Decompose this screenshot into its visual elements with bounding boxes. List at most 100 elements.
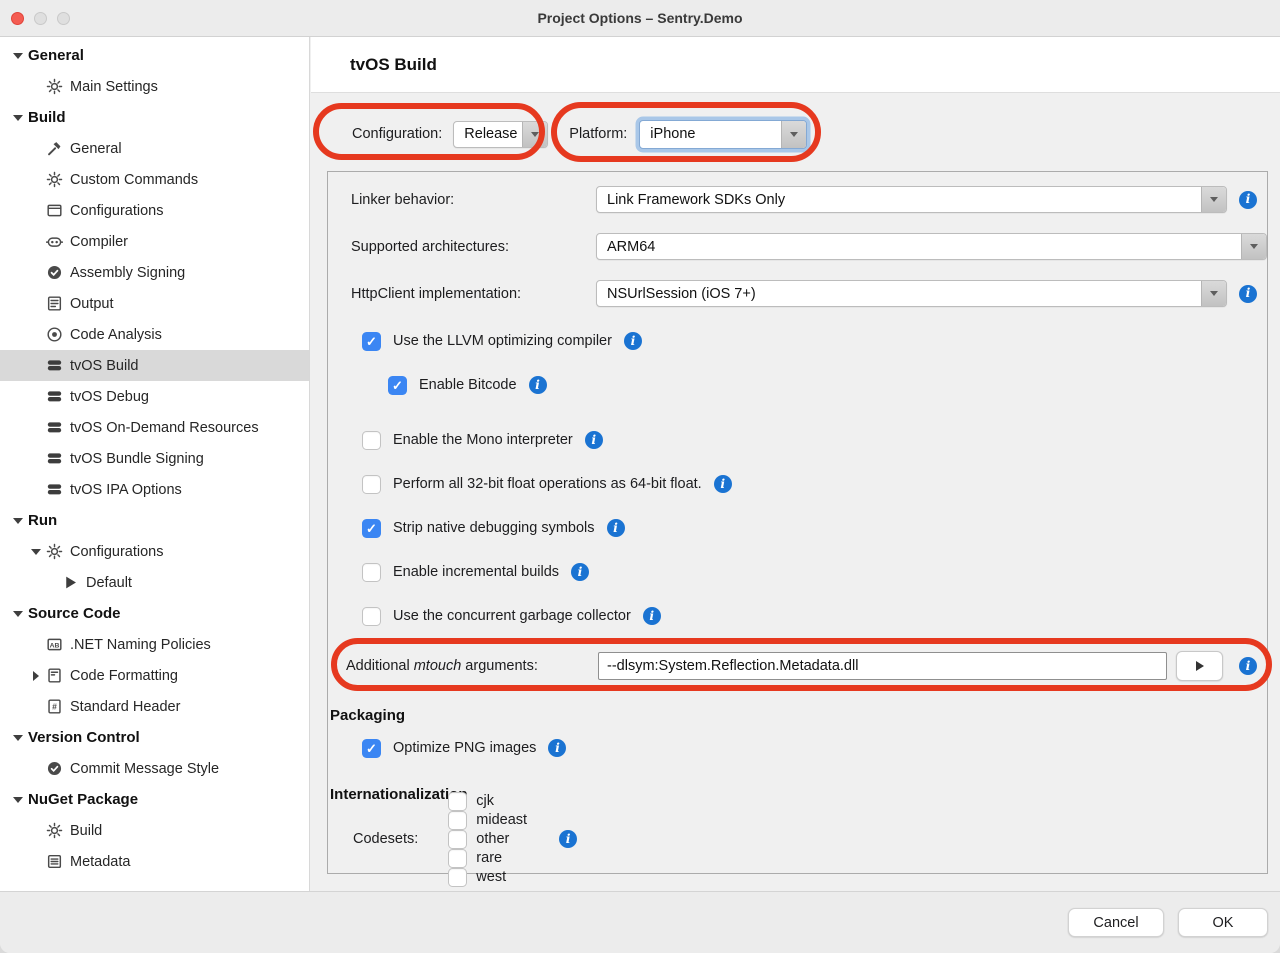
sidebar-item-source-code[interactable]: Source Code <box>0 598 309 629</box>
info-icon[interactable] <box>1239 191 1257 209</box>
info-icon[interactable] <box>643 607 661 625</box>
sidebar-item-tvos-on-demand-resources[interactable]: tvOS On-Demand Resources <box>0 412 309 443</box>
sidebar-item-version-control[interactable]: Version Control <box>0 722 309 753</box>
checkbox-strip-native-debugging-symbols[interactable] <box>362 519 381 538</box>
chevron-down-icon[interactable] <box>522 122 547 147</box>
ok-button[interactable]: OK <box>1178 908 1268 937</box>
project-options-window: Project Options – Sentry.Demo GeneralMai… <box>0 0 1280 953</box>
page-title: tvOS Build <box>350 55 437 75</box>
sidebar-item-nuget-package[interactable]: NuGet Package <box>0 784 309 815</box>
info-icon[interactable] <box>1239 657 1257 675</box>
disclosure-down-icon[interactable] <box>8 735 28 741</box>
sidebar-item-tvos-ipa-options[interactable]: tvOS IPA Options <box>0 474 309 505</box>
disclosure-down-icon[interactable] <box>8 611 28 617</box>
chevron-down-icon[interactable] <box>1241 234 1266 259</box>
disclosure-down-icon[interactable] <box>26 549 46 555</box>
configuration-value: Release <box>454 126 522 142</box>
sidebar-item-net-naming-policies[interactable]: AB.NET Naming Policies <box>0 629 309 660</box>
info-icon[interactable] <box>1239 285 1257 303</box>
supported-architectures-row: Supported architectures:ARM64 <box>328 223 1267 270</box>
perform-all-32-bit-float-operations-as-64-bit-float-row: Perform all 32-bit float operations as 6… <box>362 470 1267 498</box>
chevron-down-icon[interactable] <box>1201 187 1226 212</box>
sidebar-item-configurations[interactable]: Configurations <box>0 536 309 567</box>
sidebar-item-label: tvOS Debug <box>70 389 149 405</box>
gear-icon <box>46 822 63 839</box>
sidebar-item-custom-commands[interactable]: Custom Commands <box>0 164 309 195</box>
codeset-label: rare <box>476 850 502 866</box>
linker-behavior-dropdown[interactable]: Link Framework SDKs Only <box>596 186 1227 213</box>
sidebar-item-label: Assembly Signing <box>70 265 185 281</box>
checkbox-optimize-png-images[interactable] <box>362 739 381 758</box>
chevron-down-icon[interactable] <box>1201 281 1226 306</box>
disclosure-down-icon[interactable] <box>8 53 28 59</box>
checkbox-use-the-llvm-optimizing-compiler[interactable] <box>362 332 381 351</box>
codesets-label: Codesets: <box>353 831 418 847</box>
checkbox-rare[interactable] <box>448 849 467 868</box>
checkbox-cjk[interactable] <box>448 792 467 811</box>
minimize-button[interactable] <box>34 12 47 25</box>
doc-dash-icon <box>46 667 63 684</box>
sidebar-item-configurations[interactable]: Configurations <box>0 195 309 226</box>
checkbox-mideast[interactable] <box>448 811 467 830</box>
sidebar-item-tvos-build[interactable]: tvOS Build <box>0 350 309 381</box>
httpclient-implementation-row: HttpClient implementation:NSUrlSession (… <box>328 270 1267 317</box>
sidebar-item-label: General <box>70 141 122 157</box>
checkbox-other[interactable] <box>448 830 467 849</box>
platform-dropdown[interactable]: iPhone <box>639 120 807 149</box>
checkbox-label: Use the concurrent garbage collector <box>393 608 631 624</box>
sidebar-item-output[interactable]: Output <box>0 288 309 319</box>
cancel-button[interactable]: Cancel <box>1068 908 1164 937</box>
supported-architectures-dropdown[interactable]: ARM64 <box>596 233 1267 260</box>
disclosure-down-icon[interactable] <box>8 797 28 803</box>
sidebar-item-tvos-debug[interactable]: tvOS Debug <box>0 381 309 412</box>
sidebar-item-default[interactable]: Default <box>0 567 309 598</box>
info-icon[interactable] <box>548 739 566 757</box>
options-tree: GeneralMain SettingsBuildGeneralCustom C… <box>0 40 309 877</box>
sidebar-item-metadata[interactable]: Metadata <box>0 846 309 877</box>
close-button[interactable] <box>11 12 24 25</box>
checkbox-perform-all-32-bit-float-operations-as-64-bit-float[interactable] <box>362 475 381 494</box>
expand-arguments-button[interactable] <box>1176 651 1223 681</box>
checkbox-use-the-concurrent-garbage-collector[interactable] <box>362 607 381 626</box>
sidebar-item-general[interactable]: General <box>0 133 309 164</box>
disclosure-down-icon[interactable] <box>8 115 28 121</box>
info-icon[interactable] <box>624 332 642 350</box>
sidebar-item-build[interactable]: Build <box>0 102 309 133</box>
checkbox-enable-the-mono-interpreter[interactable] <box>362 431 381 450</box>
packaging-rows: Optimize PNG images <box>328 734 1267 762</box>
codeset-mideast: mideast <box>448 811 527 830</box>
sidebar-item-assembly-signing[interactable]: Assembly Signing <box>0 257 309 288</box>
chevron-down-icon[interactable] <box>781 121 806 148</box>
checkbox-enable-bitcode[interactable] <box>388 376 407 395</box>
mtouch-arguments-input[interactable] <box>598 652 1167 680</box>
info-icon[interactable] <box>529 376 547 394</box>
sidebar-item-label: Standard Header <box>70 699 180 715</box>
sidebar-item-code-formatting[interactable]: Code Formatting <box>0 660 309 691</box>
configuration-label: Configuration: <box>352 126 442 142</box>
sidebar-item-code-analysis[interactable]: Code Analysis <box>0 319 309 350</box>
disclosure-right-icon[interactable] <box>26 671 46 681</box>
sidebar-item-general[interactable]: General <box>0 40 309 71</box>
zoom-button[interactable] <box>57 12 70 25</box>
disclosure-down-icon[interactable] <box>8 518 28 524</box>
httpclient-implementation-dropdown[interactable]: NSUrlSession (iOS 7+) <box>596 280 1227 307</box>
dropdown-value: Link Framework SDKs Only <box>597 192 1201 208</box>
info-icon[interactable] <box>585 431 603 449</box>
sidebar-item-tvos-bundle-signing[interactable]: tvOS Bundle Signing <box>0 443 309 474</box>
sidebar-item-main-settings[interactable]: Main Settings <box>0 71 309 102</box>
sidebar-item-standard-header[interactable]: #Standard Header <box>0 691 309 722</box>
configuration-dropdown[interactable]: Release <box>453 121 548 148</box>
info-icon[interactable] <box>714 475 732 493</box>
checkbox-enable-incremental-builds[interactable] <box>362 563 381 582</box>
info-icon[interactable] <box>571 563 589 581</box>
codeset-other: other <box>448 830 527 849</box>
sidebar-item-commit-message-style[interactable]: Commit Message Style <box>0 753 309 784</box>
sidebar-item-compiler[interactable]: Compiler <box>0 226 309 257</box>
sidebar-item-build[interactable]: Build <box>0 815 309 846</box>
sidebar-item-run[interactable]: Run <box>0 505 309 536</box>
field-label: Linker behavior: <box>351 192 596 208</box>
checkbox-west[interactable] <box>448 868 467 887</box>
info-icon[interactable] <box>607 519 625 537</box>
info-icon[interactable] <box>559 830 577 848</box>
sidebar-item-label: Metadata <box>70 854 130 870</box>
